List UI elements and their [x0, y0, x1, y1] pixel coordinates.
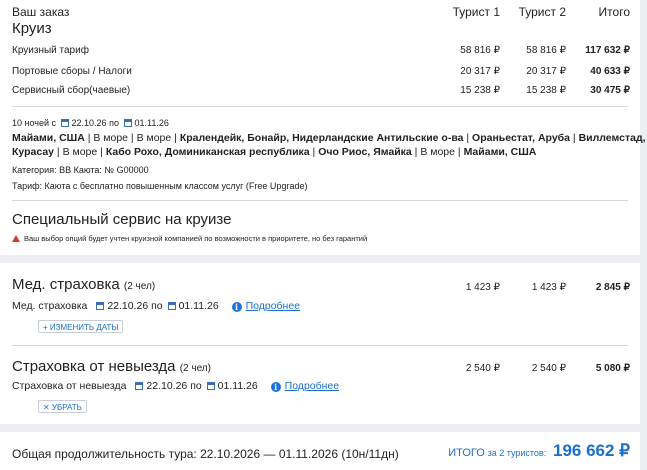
calendar-icon	[96, 302, 105, 310]
remove-button[interactable]: ✕ УБРАТЬ	[38, 400, 87, 413]
row-t1: 15 238 ₽	[460, 85, 500, 96]
divider	[12, 106, 628, 107]
medical-t1: 1 423 ₽	[465, 282, 500, 293]
cruise-dates: 10 ночей с 22.10.26 по 01.11.26	[12, 118, 169, 128]
total-sub: за 2 туристов:	[487, 448, 547, 458]
cancel-date-from: 22.10.26	[146, 380, 188, 392]
nights-label: 10 ночей с	[12, 118, 57, 128]
calendar-icon	[135, 382, 144, 390]
cancel-date-by: по	[190, 380, 202, 392]
row-label: Сервисный сбор(чаевые)	[12, 85, 131, 96]
calendar-icon	[60, 119, 69, 127]
divider	[12, 200, 628, 201]
cancel-details: Страховка от невыезда 22.10.26 по 01.11.…	[12, 380, 339, 392]
row-t2: 58 816 ₽	[526, 45, 566, 56]
cancel-label: Страховка от невыезда	[12, 380, 127, 392]
medical-title: Мед. страховка	[12, 276, 120, 293]
row-t2: 20 317 ₽	[526, 66, 566, 77]
calendar-icon	[123, 119, 132, 127]
cancel-date-to: 01.11.26	[217, 380, 258, 392]
cabin-category: Категория: BB Каюта: № G00000	[12, 165, 149, 175]
cancel-persons: (2 чел)	[179, 363, 211, 374]
medical-total: 2 845 ₽	[595, 282, 630, 293]
special-service-title: Специальный сервис на круизе	[12, 211, 232, 228]
tour-duration: Общая продолжительность тура: 22.10.2026…	[12, 447, 399, 461]
cancel-title: Страховка от невыезда	[12, 358, 176, 375]
total-label: ИТОГО	[448, 447, 485, 459]
tariff: Тариф: Каюта с бесплатно повышенным клас…	[12, 181, 308, 191]
row-label: Круизный тариф	[12, 45, 89, 56]
medical-date-from: 22.10.26	[107, 300, 149, 312]
route-line-2: Курасау | В море | Кабо Рохо, Доминиканс…	[12, 146, 537, 158]
cancel-t2: 2 540 ₽	[531, 363, 566, 374]
total-value: 196 662 ₽	[553, 441, 630, 460]
column-total: Итого	[598, 5, 630, 19]
row-total: 30 475 ₽	[590, 85, 630, 96]
column-tourist-2: Турист 2	[518, 5, 566, 19]
change-dates-button[interactable]: + ИЗМЕНИТЬ ДАТЫ	[38, 320, 124, 333]
special-warning: Ваш выбор опций будет учтен круизной ком…	[12, 234, 367, 243]
row-t2: 15 238 ₽	[526, 85, 566, 96]
medical-insurance-title: Мед. страховка (2 чел)	[12, 276, 155, 293]
calendar-icon	[206, 382, 215, 390]
grand-total: ИТОГО за 2 туристов: 196 662 ₽	[448, 441, 630, 461]
row-total: 40 633 ₽	[590, 66, 630, 77]
cancel-t1: 2 540 ₽	[465, 363, 500, 374]
cancel-insurance-title: Страховка от невыезда (2 чел)	[12, 358, 211, 375]
row-label: Портовые сборы / Налоги	[12, 66, 132, 77]
medical-t2: 1 423 ₽	[531, 282, 566, 293]
footer-summary: Общая продолжительность тура: 22.10.2026…	[0, 432, 640, 470]
date-by: по	[109, 118, 119, 128]
warning-text: Ваш выбор опций будет учтен круизной ком…	[24, 234, 368, 243]
info-icon: i	[270, 382, 281, 392]
warning-icon	[12, 235, 20, 242]
row-total: 117 632 ₽	[585, 45, 630, 56]
row-t1: 20 317 ₽	[460, 66, 500, 77]
info-icon: i	[231, 302, 242, 312]
medical-label: Мед. страховка	[12, 300, 88, 312]
cancel-more-link[interactable]: Подробнее	[285, 380, 339, 392]
cancel-total: 5 080 ₽	[595, 363, 630, 374]
medical-details: Мед. страховка 22.10.26 по 01.11.26 i Под…	[12, 300, 300, 312]
row-t1: 58 816 ₽	[460, 45, 500, 56]
divider	[12, 345, 628, 346]
route-line-1: Майами, США | В море | В море | Краленде…	[12, 132, 646, 144]
medical-date-by: по	[151, 300, 163, 312]
insurance-card: Мед. страховка (2 чел) 1 423 ₽ 1 423 ₽ 2…	[0, 263, 640, 424]
date-to: 01.11.26	[134, 118, 169, 128]
order-header: Ваш заказ	[12, 5, 70, 19]
medical-date-to: 01.11.26	[178, 300, 219, 312]
column-tourist-1: Турист 1	[452, 5, 500, 19]
cruise-section-title: Круиз	[12, 20, 52, 37]
date-from: 22.10.26	[71, 118, 107, 128]
medical-persons: (2 чел)	[123, 281, 156, 292]
cruise-card: Ваш заказ Круиз Турист 1 Турист 2 Итого …	[0, 0, 646, 255]
calendar-icon	[167, 302, 176, 310]
medical-more-link[interactable]: Подробнее	[246, 300, 300, 312]
